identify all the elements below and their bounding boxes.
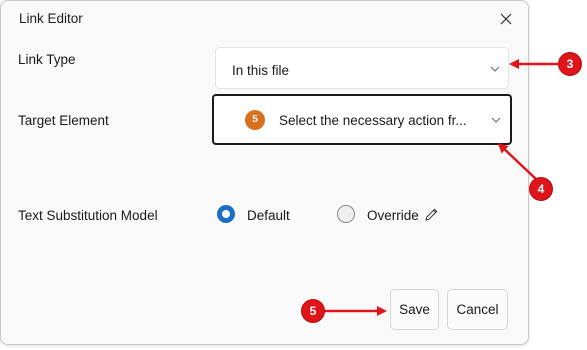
radio-default-label: Default	[247, 208, 290, 223]
dialog-title: Link Editor	[19, 11, 83, 26]
link-type-label: Link Type	[18, 52, 76, 67]
screenshot-stage: Link Editor Link Type In this file Targe…	[0, 0, 587, 350]
close-icon	[500, 13, 512, 25]
cancel-button[interactable]: Cancel	[447, 289, 508, 330]
pencil-icon[interactable]	[424, 207, 439, 222]
link-type-dropdown[interactable]: In this file	[215, 47, 509, 89]
target-element-value: Select the necessary action fr...	[279, 113, 467, 128]
callout-4: 4	[530, 178, 552, 200]
target-element-dropdown[interactable]: 5 Select the necessary action fr...	[212, 94, 512, 145]
target-element-label: Target Element	[18, 113, 109, 128]
callout-5: 5	[302, 300, 324, 322]
save-button[interactable]: Save	[390, 289, 439, 330]
callout-3: 3	[559, 53, 581, 75]
radio-override[interactable]	[337, 205, 355, 223]
step-badge: 5	[245, 110, 265, 130]
link-type-value: In this file	[232, 63, 290, 78]
close-button[interactable]	[493, 7, 519, 31]
text-substitution-label: Text Substitution Model	[18, 208, 158, 223]
link-editor-dialog: Link Editor Link Type In this file Targe…	[0, 0, 529, 345]
radio-override-label: Override	[367, 208, 419, 223]
chevron-down-icon	[490, 66, 500, 72]
chevron-down-icon	[491, 117, 501, 123]
radio-default[interactable]	[217, 205, 235, 223]
